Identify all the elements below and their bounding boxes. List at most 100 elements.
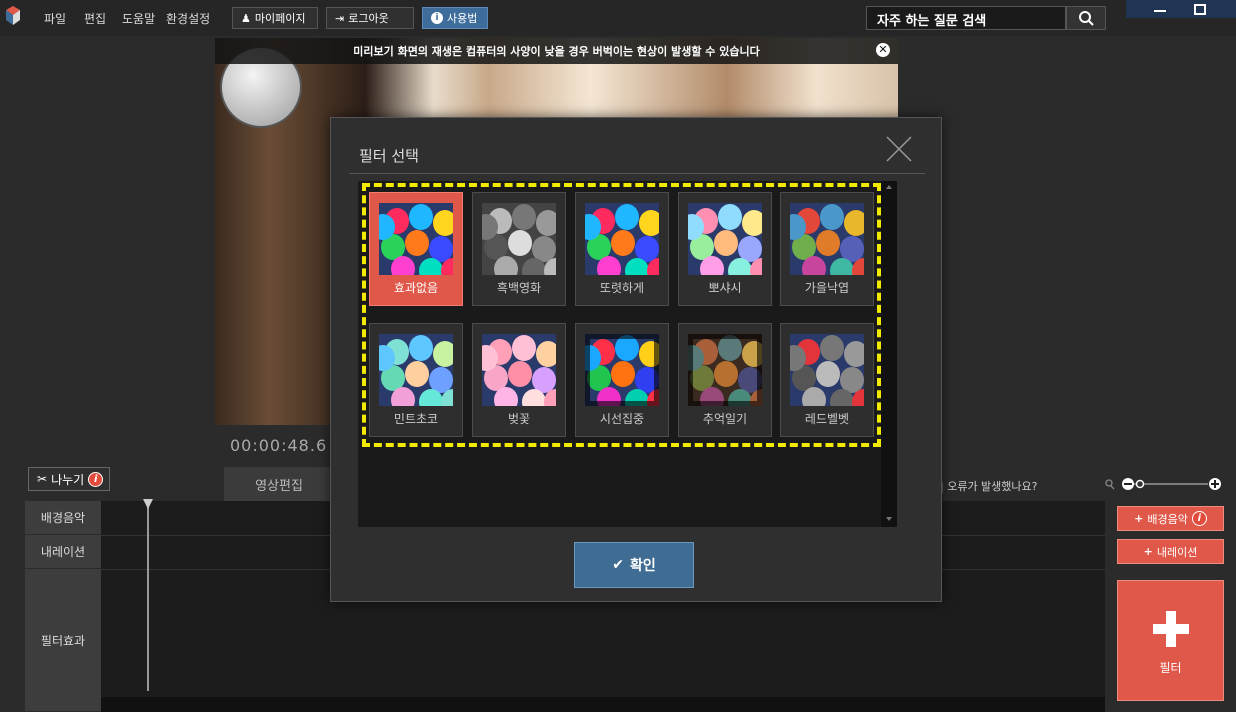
preview-notice-bar: 미리보기 화면의 재생은 컴퓨터의 사양이 낮을 경우 버벅이는 현상이 발생할…	[215, 38, 898, 64]
add-filter-label: 필터	[1159, 661, 1182, 675]
balloon-shape	[611, 230, 635, 256]
balloon-shape	[532, 367, 556, 393]
filter-label: 벚꽃	[507, 412, 531, 426]
add-narration-label: 내레이션	[1156, 545, 1198, 559]
filter-label: 효과없음	[393, 281, 439, 295]
filter-thumbnail	[379, 334, 453, 406]
filter-tile[interactable]: 뽀샤시	[678, 192, 772, 306]
add-narration-button[interactable]: + 내레이션	[1117, 539, 1224, 564]
help-button[interactable]: i 사용법	[422, 7, 488, 29]
filter-label: 또렷하게	[599, 281, 645, 295]
filter-tile[interactable]: 시선집중	[575, 323, 669, 437]
minimize-icon[interactable]	[1154, 10, 1166, 12]
balloon-shape	[635, 236, 659, 262]
balloon-shape	[429, 236, 453, 262]
filter-tile[interactable]: 효과없음	[369, 192, 463, 306]
zoom-search-icon	[1105, 479, 1113, 487]
logout-label: 로그아웃	[348, 12, 389, 25]
balloon-shape	[405, 361, 429, 387]
balloon-shape	[508, 230, 532, 256]
filter-tile[interactable]: 벚꽃	[472, 323, 566, 437]
balloon-shape	[816, 230, 840, 256]
track-label-bgm: 배경음악	[25, 501, 101, 535]
error-help-link[interactable]: | 오류가 발생했나요?	[940, 478, 1038, 494]
filter-tile[interactable]: 흑백영화	[472, 192, 566, 306]
playhead[interactable]	[147, 501, 149, 691]
close-icon[interactable]	[883, 133, 915, 165]
filter-label: 뽀샤시	[708, 281, 742, 295]
search-button[interactable]	[1066, 6, 1106, 30]
balloon-shape	[714, 230, 738, 256]
balloon-shape	[429, 367, 453, 393]
tab-video-edit[interactable]: 영상편집	[224, 467, 334, 501]
error-link-text: 오류가 발생했나요?	[947, 480, 1038, 493]
balloon-shape	[718, 204, 742, 230]
app-logo-icon	[6, 6, 20, 25]
filter-thumbnail	[790, 203, 864, 275]
mypage-label: 마이페이지	[254, 12, 306, 25]
balloon-shape	[840, 367, 864, 393]
balloon-shape	[738, 236, 762, 262]
menu-settings[interactable]: 환경설정	[166, 10, 210, 27]
logout-button[interactable]: ⇥ 로그아웃	[326, 7, 414, 29]
maximize-icon[interactable]	[1194, 4, 1206, 15]
confirm-button[interactable]: ✔ 확인	[574, 542, 694, 588]
filter-tile[interactable]: 추억일기	[678, 323, 772, 437]
balloon-shape	[714, 361, 738, 387]
check-icon: ✔	[612, 557, 624, 573]
plus-icon	[1153, 611, 1189, 647]
close-icon[interactable]: ✕	[876, 43, 890, 57]
filter-thumbnail	[790, 334, 864, 406]
filter-tile[interactable]: 가을낙엽	[780, 192, 874, 306]
info-icon[interactable]: i	[1191, 511, 1207, 526]
balloon-shape	[405, 230, 429, 256]
filter-thumbnail	[379, 203, 453, 275]
balloon-shape	[532, 236, 556, 262]
menu-help[interactable]: 도움말	[122, 10, 155, 27]
filter-tile[interactable]: 레드벨벳	[780, 323, 874, 437]
split-label: 나누기	[51, 472, 85, 487]
info-icon: i	[431, 12, 443, 24]
balloon-shape	[816, 361, 840, 387]
balloon-shape	[512, 335, 536, 361]
balloon-shape	[611, 361, 635, 387]
filter-label: 흑백영화	[496, 281, 542, 295]
menu-edit[interactable]: 편집	[84, 10, 106, 27]
filter-thumbnail	[688, 203, 762, 275]
confirm-label: 확인	[629, 558, 656, 574]
add-bgm-label: 배경음악	[1147, 512, 1188, 526]
split-button[interactable]: ✂ 나누기 i	[28, 467, 110, 491]
add-bgm-button[interactable]: + 배경음악 i	[1117, 506, 1224, 531]
zoom-slider[interactable]	[1104, 477, 1224, 491]
filter-thumbnail	[482, 334, 556, 406]
filter-scrollbar[interactable]	[881, 181, 897, 527]
mypage-button[interactable]: ♟ 마이페이지	[232, 7, 318, 29]
plus-icon: +	[1143, 545, 1153, 558]
filter-thumbnail	[482, 203, 556, 275]
filter-label: 민트초코	[393, 412, 439, 426]
filter-thumbnail	[688, 334, 762, 406]
logout-icon: ⇥	[335, 11, 345, 25]
add-filter-button[interactable]: 필터	[1117, 580, 1224, 701]
playhead-handle[interactable]	[143, 499, 153, 509]
search-input[interactable]: 자주 하는 질문 검색	[866, 6, 1066, 30]
filter-tile[interactable]: 민트초코	[369, 323, 463, 437]
track-label-narration: 내레이션	[25, 535, 101, 569]
help-label: 사용법	[447, 12, 478, 25]
dialog-title: 필터 선택	[359, 147, 419, 165]
track-label-filter: 필터효과	[25, 569, 101, 712]
plus-icon: +	[1134, 512, 1144, 525]
balloon-shape	[409, 204, 433, 230]
balloon-shape	[615, 204, 639, 230]
info-icon[interactable]: i	[88, 471, 104, 487]
filter-label: 가을낙엽	[804, 281, 850, 295]
balloon-shape	[820, 335, 844, 361]
timeline-scrollbar[interactable]	[101, 697, 1105, 712]
filter-tile[interactable]: 또렷하게	[575, 192, 669, 306]
filter-select-dialog: 필터 선택 효과없음 흑백영화 또렷하게 뽀샤시 가을낙엽민트초코 벚꽃 시선집중 추억일기 레…	[330, 117, 942, 602]
window-controls	[1126, 0, 1236, 18]
zoom-handle	[1135, 479, 1145, 489]
menu-file[interactable]: 파일	[44, 10, 66, 27]
balloon-shape	[820, 204, 844, 230]
balloon-shape	[409, 335, 433, 361]
